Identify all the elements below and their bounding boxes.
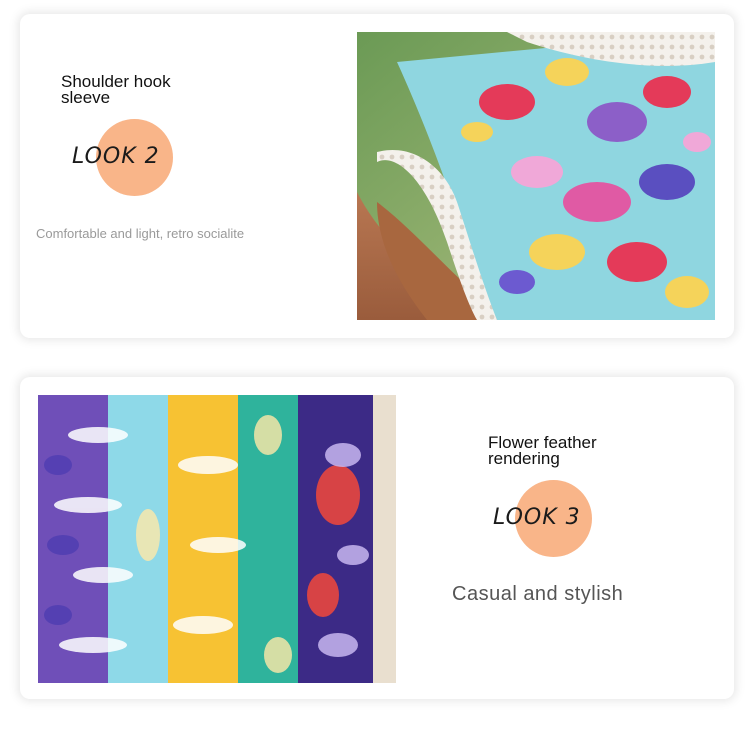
- product-photo-shoulder-sleeve: [357, 32, 715, 320]
- feature-card-look-3: Flower feather rendering LOOK 3 Casual a…: [20, 377, 734, 699]
- feature-title: Shoulder hook sleeve: [61, 72, 171, 107]
- feature-caption: Casual and stylish: [452, 583, 624, 605]
- look-label: LOOK 3: [493, 505, 581, 530]
- look-badge: LOOK 3: [490, 479, 610, 559]
- feature-card-look-2: Shoulder hook sleeve LOOK 2 Comfortable …: [20, 14, 734, 338]
- shoulder-sleeve-image: [357, 32, 715, 320]
- feature-title: Flower feather rendering: [488, 433, 597, 468]
- feather-print-image: [38, 395, 396, 683]
- feature-caption: Comfortable and light, retro socialite: [36, 226, 245, 241]
- product-photo-feather-print: [38, 395, 396, 683]
- look-badge: LOOK 2: [68, 118, 188, 198]
- look-label: LOOK 2: [72, 144, 160, 169]
